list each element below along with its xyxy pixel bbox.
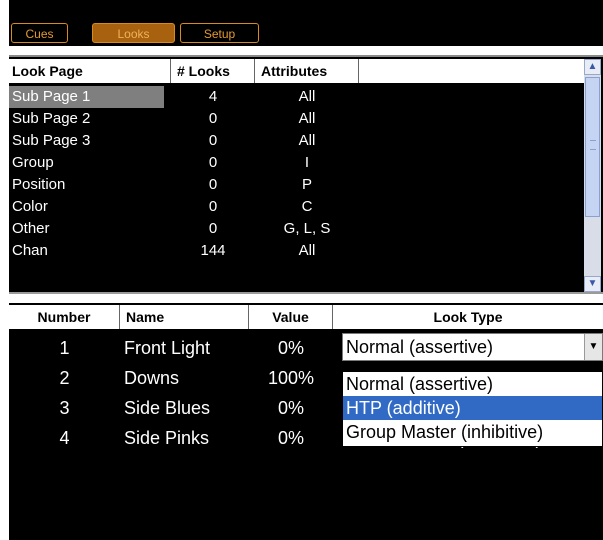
chevron-up-icon[interactable]: ▲ [584,59,601,75]
look-attributes: P [301,176,312,193]
look-value: 100% [267,368,315,388]
table-row[interactable]: Chan 144 All [9,240,584,262]
look-name: Side Pinks [124,428,210,448]
look-page-name: Position [12,176,66,193]
looks-table: Number Name Value Look Type 1 Front Ligh… [9,303,603,540]
look-attributes: All [298,110,316,127]
column-header-look-page[interactable]: Look Page [9,59,171,83]
table-row[interactable]: Position 0 P [9,174,584,196]
look-value: 0% [277,398,304,418]
look-page-name: Chan [12,242,48,259]
look-page-name: Sub Page 2 [12,110,91,127]
look-name: Side Blues [124,398,211,418]
look-name: Downs [124,368,180,388]
look-attributes: C [301,198,313,215]
look-attributes: All [298,242,316,259]
column-header-looks-count[interactable]: # Looks [171,59,255,83]
table-row[interactable]: Sub Page 2 0 All [9,108,584,130]
column-header-name[interactable]: Name [120,305,249,329]
look-name: Front Light [124,338,211,358]
tab-setup[interactable]: Setup [180,23,259,43]
look-type-select-value: Normal (assertive) [346,337,494,357]
look-number: 2 [59,368,70,388]
dropdown-option-normal[interactable]: Normal (assertive) [343,372,602,396]
look-number: 4 [59,428,70,448]
table-row[interactable]: Sub Page 1 4 All [9,86,584,108]
column-header-number[interactable]: Number [9,305,120,329]
look-type-select[interactable]: Normal (assertive) ▼ [342,333,603,361]
look-attributes: G, L, S [283,220,331,237]
look-count: 0 [208,110,218,127]
tab-bar: Cues Looks Setup [9,0,603,46]
look-value: 0% [277,338,304,358]
column-header-empty [359,59,584,83]
look-count: 0 [208,176,218,193]
look-count: 4 [208,88,218,105]
chevron-down-icon[interactable]: ▼ [584,276,601,292]
column-header-attributes[interactable]: Attributes [255,59,359,83]
look-type-dropdown: Normal (assertive) HTP (additive) Group … [342,371,603,447]
table-row[interactable]: Group 0 I [9,152,584,174]
look-page-name: Sub Page 1 [9,86,164,108]
table-row[interactable]: Other 0 G, L, S [9,218,584,240]
look-count: 0 [208,198,218,215]
looks-window: Cues Looks Setup Look Page # Looks Attri… [0,0,603,540]
scrollbar-thumb[interactable] [585,77,600,217]
look-count: 0 [208,154,218,171]
table-row[interactable]: Sub Page 3 0 All [9,130,584,152]
look-attributes: All [298,88,316,105]
look-attributes: All [298,132,316,149]
tab-cues[interactable]: Cues [11,23,68,43]
look-page-name: Color [12,198,48,215]
table-row[interactable]: Color 0 C [9,196,584,218]
look-page-name: Group [12,154,54,171]
look-count: 0 [208,132,218,149]
vertical-scrollbar[interactable]: ▲ ▼ [584,59,601,292]
look-count: 0 [208,220,218,237]
dropdown-option-group-master[interactable]: Group Master (inhibitive) [343,420,602,444]
dropdown-option-htp[interactable]: HTP (additive) [343,396,602,420]
look-number: 3 [59,398,70,418]
look-number: 1 [59,338,70,358]
grip-icon [590,140,596,150]
look-value: 0% [277,428,304,448]
look-count: 144 [200,242,226,259]
column-header-look-type[interactable]: Look Type [333,305,603,329]
look-page-name: Sub Page 3 [12,132,91,149]
look-attributes: I [304,154,310,171]
look-pages-table: Look Page # Looks Attributes Sub Page 1 … [9,55,603,294]
chevron-down-icon[interactable]: ▼ [584,334,602,360]
column-header-value[interactable]: Value [249,305,333,329]
tab-looks[interactable]: Looks [92,23,175,43]
look-page-name: Other [12,220,50,237]
